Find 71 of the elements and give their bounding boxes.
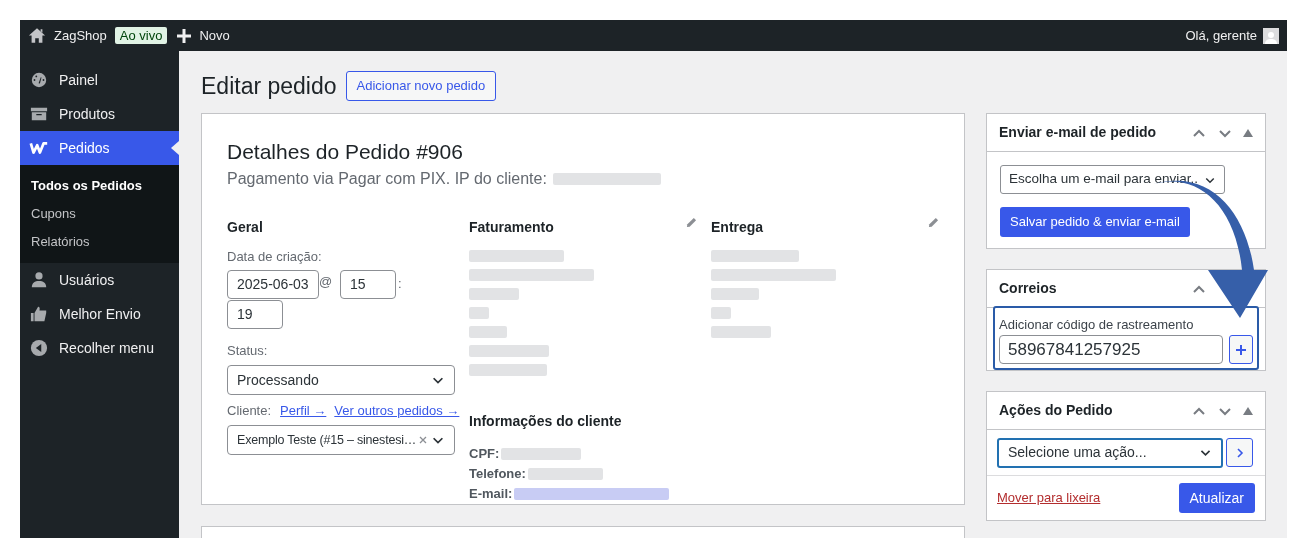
menu-item[interactable]: Produtos bbox=[20, 97, 179, 131]
menu-item[interactable]: Melhor Envio bbox=[20, 297, 179, 331]
live-badge: Ao vivo bbox=[114, 27, 168, 44]
menu-item[interactable]: Pedidos bbox=[20, 131, 179, 165]
email-select[interactable]: Escolha um e-mail para enviar.. bbox=[1000, 165, 1225, 194]
site-name[interactable]: ZagShop bbox=[54, 25, 107, 46]
tracking-field[interactable]: 58967841257925 bbox=[999, 335, 1224, 364]
redacted-text bbox=[469, 326, 507, 338]
field-label: E-mail: bbox=[469, 485, 513, 504]
field-label: Cliente: bbox=[227, 402, 272, 421]
redacted-text bbox=[711, 307, 731, 319]
order-heading: Detalhes do Pedido #906 bbox=[227, 139, 464, 165]
customer-select[interactable]: Exemplo Teste (#15 – sinestesi… bbox=[227, 425, 455, 455]
page-title: Editar pedido bbox=[201, 71, 337, 101]
add-button[interactable] bbox=[1229, 335, 1253, 364]
clear-icon[interactable] bbox=[419, 436, 427, 444]
avatar[interactable] bbox=[1263, 27, 1279, 44]
toggle-icon[interactable] bbox=[1243, 128, 1253, 137]
profile-link[interactable]: Perfil → bbox=[280, 401, 327, 421]
update-button[interactable]: Atualizar bbox=[1178, 483, 1255, 513]
chevron-right-icon bbox=[1234, 447, 1245, 458]
user-greeting[interactable]: Olá, gerente bbox=[1185, 25, 1257, 46]
redacted-text bbox=[711, 326, 771, 338]
menu-item[interactable]: Painel bbox=[20, 63, 179, 97]
order-subtitle: Pagamento via Pagar com PIX. IP do cliente: bbox=[227, 169, 547, 189]
hour-field[interactable]: 15 bbox=[340, 269, 396, 299]
minute-field[interactable]: 19 bbox=[227, 299, 283, 329]
submenu-item[interactable]: Todos os Pedidos bbox=[20, 172, 179, 200]
save-send-button[interactable]: Salvar pedido & enviar e-mail bbox=[1000, 207, 1190, 237]
pointer-icon bbox=[171, 141, 179, 155]
pencil-icon[interactable] bbox=[928, 217, 939, 228]
section-heading: Faturamento bbox=[469, 218, 554, 237]
redacted-text bbox=[711, 288, 759, 300]
thumbs-up-icon bbox=[30, 305, 48, 323]
redacted-text bbox=[469, 288, 519, 300]
menu-item[interactable]: Recolher menu bbox=[20, 331, 179, 365]
time-separator: : bbox=[398, 274, 403, 293]
at-sign: @ bbox=[319, 272, 334, 291]
menu-item[interactable]: Usuários bbox=[20, 263, 179, 297]
plus-icon[interactable] bbox=[177, 28, 192, 43]
field-label: CPF: bbox=[469, 445, 500, 464]
box-title: Ações do Pedido bbox=[999, 401, 1113, 420]
orders-link[interactable]: Ver outros pedidos → bbox=[334, 401, 460, 421]
home-icon[interactable] bbox=[28, 27, 46, 44]
gauge-icon bbox=[30, 71, 48, 89]
archive-icon bbox=[30, 105, 48, 123]
date-field[interactable]: 2025-06-03 bbox=[227, 269, 319, 299]
new-link[interactable]: Novo bbox=[199, 25, 230, 46]
user-icon bbox=[30, 271, 48, 289]
section-heading: Entrega bbox=[711, 218, 764, 237]
add-order-button[interactable]: Adicionar novo pedido bbox=[345, 71, 497, 101]
action-select[interactable]: Selecione uma ação... bbox=[997, 437, 1223, 468]
section-heading: Informações do cliente bbox=[469, 412, 623, 431]
field-label: Status: bbox=[227, 341, 269, 360]
status-select[interactable]: Processando bbox=[227, 365, 455, 395]
pencil-icon[interactable] bbox=[686, 217, 697, 228]
apply-button[interactable] bbox=[1226, 438, 1253, 467]
collapse-icon[interactable] bbox=[30, 339, 48, 357]
trash-link[interactable]: Mover para lixeira bbox=[997, 488, 1101, 508]
field-label: Data de criação: bbox=[227, 248, 323, 266]
field-label: Adicionar código de rastreamento bbox=[999, 317, 1195, 333]
w-logo-icon bbox=[29, 141, 49, 155]
redacted-text bbox=[469, 307, 489, 319]
submenu-item[interactable]: Cupons bbox=[20, 200, 179, 228]
toggle-icon[interactable] bbox=[1243, 406, 1253, 415]
box-title: Enviar e-mail de pedido bbox=[999, 123, 1157, 142]
plus-icon bbox=[1236, 344, 1247, 355]
box-title: Correios bbox=[999, 279, 1057, 298]
field-label: Telefone: bbox=[469, 465, 526, 484]
submenu-item[interactable]: Relatórios bbox=[20, 228, 179, 256]
section-heading: Geral bbox=[227, 218, 264, 237]
